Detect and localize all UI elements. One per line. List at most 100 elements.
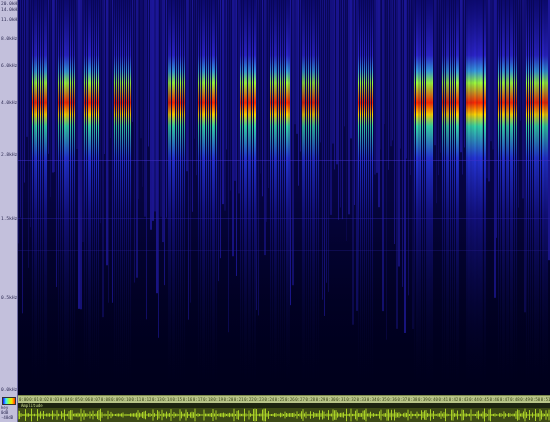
spectrum-column: [532, 0, 533, 395]
time-tick: 0:38: [407, 397, 418, 402]
time-ruler[interactable]: 0:00 0:01 0:02 0:03 0:04 0:05 0:06 0:07 0:08 0:09…: [18, 395, 550, 403]
spectrum-column: [308, 0, 309, 395]
legend-corner: key 0dB -48dB: [0, 395, 18, 422]
spectrum-column: [74, 0, 75, 395]
time-tick: 0:51: [540, 397, 550, 402]
spectrum-column: [50, 0, 51, 198]
time-tick: 0:48: [510, 397, 520, 402]
spectrum-column: [310, 0, 311, 395]
spectrum-column: [56, 0, 57, 287]
spectrum-column: [48, 0, 49, 154]
spectrum-column: [362, 0, 363, 395]
spectrum-column: [534, 0, 536, 395]
spectrum-column: [494, 0, 496, 298]
spectrum-column: [344, 0, 345, 127]
spectrum-column: [26, 0, 28, 137]
time-tick: 0:50: [530, 397, 541, 402]
time-tick: 0:46: [489, 397, 500, 402]
spectrum-column: [136, 0, 138, 278]
spectrum-column: [86, 0, 87, 395]
spectrum-column: [276, 0, 277, 395]
spectrum-column: [398, 0, 400, 267]
spectrum-column: [222, 0, 224, 205]
spectrum-column: [414, 0, 415, 395]
spectrum-column: [160, 0, 162, 217]
spectrum-column: [262, 0, 263, 197]
time-tick: 0:47: [499, 397, 510, 402]
spectrum-column: [508, 0, 509, 395]
time-tick: 0:14: [162, 397, 172, 402]
spectrum-column: [482, 0, 483, 395]
time-tick: 0:32: [346, 397, 357, 402]
freq-label-5: 4.0kHz: [1, 101, 18, 106]
spectrum-column: [206, 0, 207, 395]
spectrum-column: [292, 0, 294, 286]
time-tick: 0:09: [111, 397, 121, 402]
spectrum-column: [288, 0, 290, 395]
spectrum-column: [252, 0, 253, 395]
time-tick: 0:35: [377, 397, 387, 402]
spectrum-column: [404, 0, 406, 333]
spectrum-column: [158, 0, 159, 338]
spectrum-column: [430, 0, 432, 395]
time-tick: 0:07: [90, 397, 101, 402]
spectrum-column: [208, 0, 209, 395]
spectrum-column: [498, 0, 499, 395]
spectrum-column: [492, 0, 494, 150]
spectrum-column: [388, 0, 389, 170]
spectrum-column: [130, 0, 131, 395]
spectrum-column: [540, 0, 541, 395]
spectrum-column: [438, 0, 439, 176]
spectrum-column: [64, 0, 66, 395]
spectrum-column: [280, 0, 281, 395]
spectrum-column: [128, 0, 129, 395]
spectrogram-canvas: [18, 0, 550, 395]
spectrum-column: [290, 0, 291, 306]
time-tick: 0:44: [469, 397, 479, 402]
spectrum-column: [142, 0, 143, 187]
freq-label-9: 0.0kHz: [1, 388, 18, 393]
spectrum-column: [470, 0, 472, 395]
spectrum-column: [322, 0, 323, 300]
spectrum-column: [314, 0, 315, 395]
spectrum-column: [260, 0, 261, 174]
spectrogram-view[interactable]: [18, 0, 550, 395]
spectrum-column: [220, 0, 221, 259]
time-tick: 0:04: [59, 397, 70, 402]
spectrum-column: [360, 0, 361, 395]
spectrum-column: [58, 0, 59, 395]
waveform-view[interactable]: [18, 408, 550, 422]
spectrum-column: [214, 0, 215, 395]
spectrum-column: [236, 0, 237, 276]
legend-line: -48dB: [1, 415, 14, 420]
time-tick: 0:19: [213, 397, 224, 402]
spectrum-column: [406, 0, 407, 159]
time-tick: 0:08: [100, 397, 111, 402]
spectrum-column: [452, 0, 453, 395]
spectrum-column: [298, 0, 299, 186]
spectrum-column: [198, 0, 199, 395]
time-tick: 0:17: [192, 397, 203, 402]
spectrum-column: [510, 0, 512, 395]
spectrum-column: [420, 0, 421, 395]
spectrum-column: [270, 0, 271, 395]
spectrum-column: [126, 0, 127, 395]
spectrum-column: [524, 0, 526, 313]
spectrum-column: [302, 0, 304, 395]
spectrum-column: [240, 0, 241, 395]
spectrum-column: [112, 0, 113, 303]
spectrum-column: [390, 0, 392, 147]
spectrum-column: [282, 0, 283, 395]
time-tick: 0:41: [438, 397, 449, 402]
spectrum-column: [364, 0, 365, 395]
spectrum-column: [296, 0, 298, 134]
spectrum-column: [370, 0, 371, 395]
spectrum-column: [536, 0, 538, 395]
spectrum-column: [20, 0, 21, 218]
spectrum-column: [258, 0, 259, 316]
time-tick: 0:20: [223, 397, 234, 402]
time-tick: 0:34: [366, 397, 377, 402]
spectrum-column: [464, 0, 465, 148]
spectrum-column: [324, 0, 325, 316]
spectrum-column: [518, 0, 519, 208]
